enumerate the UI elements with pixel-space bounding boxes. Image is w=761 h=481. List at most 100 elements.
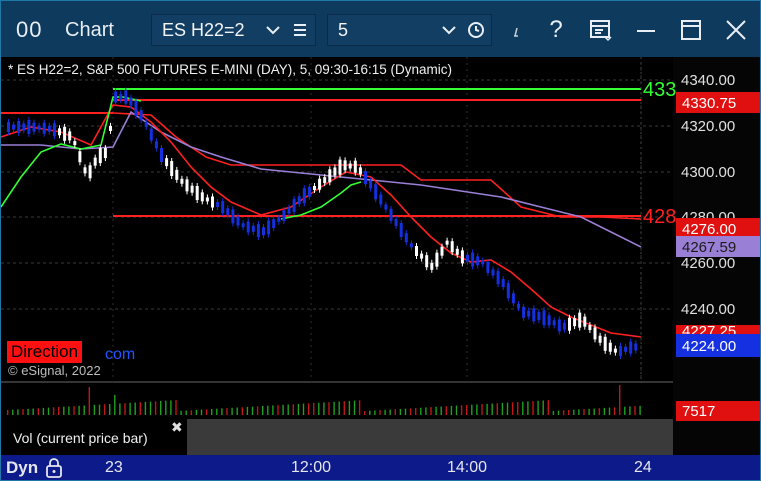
- candle-body: [399, 223, 403, 238]
- candle-body: [562, 322, 566, 330]
- candle-body: [425, 255, 429, 268]
- volume-bar: [292, 404, 294, 415]
- maximize-button[interactable]: [676, 15, 706, 45]
- volume-bar: [374, 410, 376, 415]
- volume-bar: [47, 407, 50, 415]
- volume-bar: [634, 406, 636, 415]
- candle-body: [598, 335, 602, 343]
- draw-tool-icon[interactable]: [504, 15, 534, 45]
- volume-bar: [129, 402, 131, 415]
- volume-bar: [466, 405, 468, 415]
- candle-body: [282, 210, 286, 222]
- candle-body: [394, 218, 398, 226]
- chevron-down-icon[interactable]: [437, 15, 461, 45]
- axis-mode-label[interactable]: Dyn: [6, 458, 38, 478]
- chevron-down-icon[interactable]: [261, 15, 285, 45]
- volume-bar: [22, 409, 24, 415]
- clock-icon[interactable]: [461, 15, 491, 45]
- candle-body: [109, 125, 112, 131]
- candle-body: [129, 97, 133, 106]
- volume-bar: [17, 409, 19, 415]
- candle-body: [374, 184, 378, 200]
- volume-bar: [63, 406, 65, 415]
- volume-bar: [195, 409, 198, 415]
- candle-body: [547, 315, 551, 326]
- minimize-button[interactable]: [631, 15, 661, 45]
- candle-body: [338, 159, 342, 175]
- candle-body: [180, 178, 184, 184]
- volume-bar: [450, 405, 453, 415]
- help-button[interactable]: ?: [541, 15, 571, 45]
- volume-bar: [527, 401, 529, 415]
- volume-bar: [624, 406, 626, 415]
- symbol-combo[interactable]: ES H22=2: [151, 14, 316, 46]
- volume-bar: [119, 403, 121, 415]
- candle-body: [165, 158, 169, 167]
- volume-bar: [476, 404, 478, 415]
- volume-bar: [486, 403, 488, 415]
- candle-body: [450, 241, 454, 253]
- volume-bar: [282, 404, 284, 415]
- direction-suffix: com: [105, 346, 136, 363]
- volume-bar: [302, 403, 305, 415]
- candle-body: [542, 310, 546, 326]
- candle-body: [185, 179, 189, 192]
- volume-bar: [460, 405, 463, 415]
- candle-body: [236, 216, 240, 226]
- candle-body: [353, 160, 357, 173]
- candle-body: [460, 250, 464, 264]
- volume-bar: [78, 405, 80, 415]
- time-tick-day-24: 24: [634, 459, 652, 476]
- list-icon[interactable]: [285, 15, 315, 45]
- candle-body: [501, 279, 505, 288]
- volume-bar: [552, 410, 555, 415]
- volume-bar: [297, 403, 300, 415]
- title-bar: 00 Chart ES H22=2 5 ?: [1, 1, 760, 57]
- layout-icon[interactable]: [586, 15, 616, 45]
- volume-bar: [236, 407, 238, 415]
- candle-body: [557, 319, 561, 332]
- candle-body: [58, 128, 61, 136]
- candle-body: [532, 308, 536, 322]
- volume-bar: [420, 407, 422, 415]
- volume-bar: [369, 410, 371, 415]
- candle-body: [619, 346, 622, 356]
- volume-bar: [256, 406, 259, 415]
- candle-body: [216, 202, 220, 208]
- chart-area[interactable]: 433 428 4340.00 4320.00 4300.00 4280.00 4260…: [1, 57, 761, 455]
- candle-body: [481, 260, 485, 265]
- time-axis[interactable]: Dyn 23 12:00 14:00 24: [1, 455, 760, 480]
- volume-bar: [68, 406, 70, 415]
- candle-body: [251, 225, 255, 232]
- candle-body: [22, 123, 26, 131]
- candle-body: [343, 160, 347, 171]
- volume-bar: [226, 408, 228, 415]
- price-chart[interactable]: 433 428 4340.004320.004300.004280.004260…: [1, 57, 761, 455]
- lock-icon[interactable]: [44, 457, 64, 480]
- volume-bar: [619, 385, 621, 415]
- close-button[interactable]: [721, 15, 751, 45]
- candle-body: [323, 177, 327, 184]
- interval-combo[interactable]: 5: [327, 14, 492, 46]
- direction-label[interactable]: Direction: [7, 341, 83, 363]
- candle-body: [292, 198, 296, 212]
- candle-body: [195, 186, 199, 201]
- volume-study-legend[interactable]: Vol (current price bar): [4, 420, 187, 454]
- volume-bar: [517, 402, 519, 415]
- volume-bar: [267, 405, 269, 415]
- candle-body: [445, 240, 449, 245]
- candle-body: [160, 148, 163, 162]
- candle-body: [358, 167, 362, 175]
- candle-body: [246, 221, 250, 233]
- volume-bar: [568, 410, 570, 415]
- candle-body: [593, 327, 597, 340]
- upper-red-price-text: 4330.75: [682, 95, 736, 112]
- candle-body: [262, 227, 265, 236]
- volume-bar: [272, 405, 274, 415]
- volume-bar: [27, 408, 29, 415]
- volume-bar: [7, 410, 9, 415]
- volume-bar: [58, 407, 60, 415]
- close-study-icon[interactable]: ✖: [171, 419, 183, 436]
- candle-body: [190, 185, 194, 193]
- volume-bar: [629, 406, 631, 415]
